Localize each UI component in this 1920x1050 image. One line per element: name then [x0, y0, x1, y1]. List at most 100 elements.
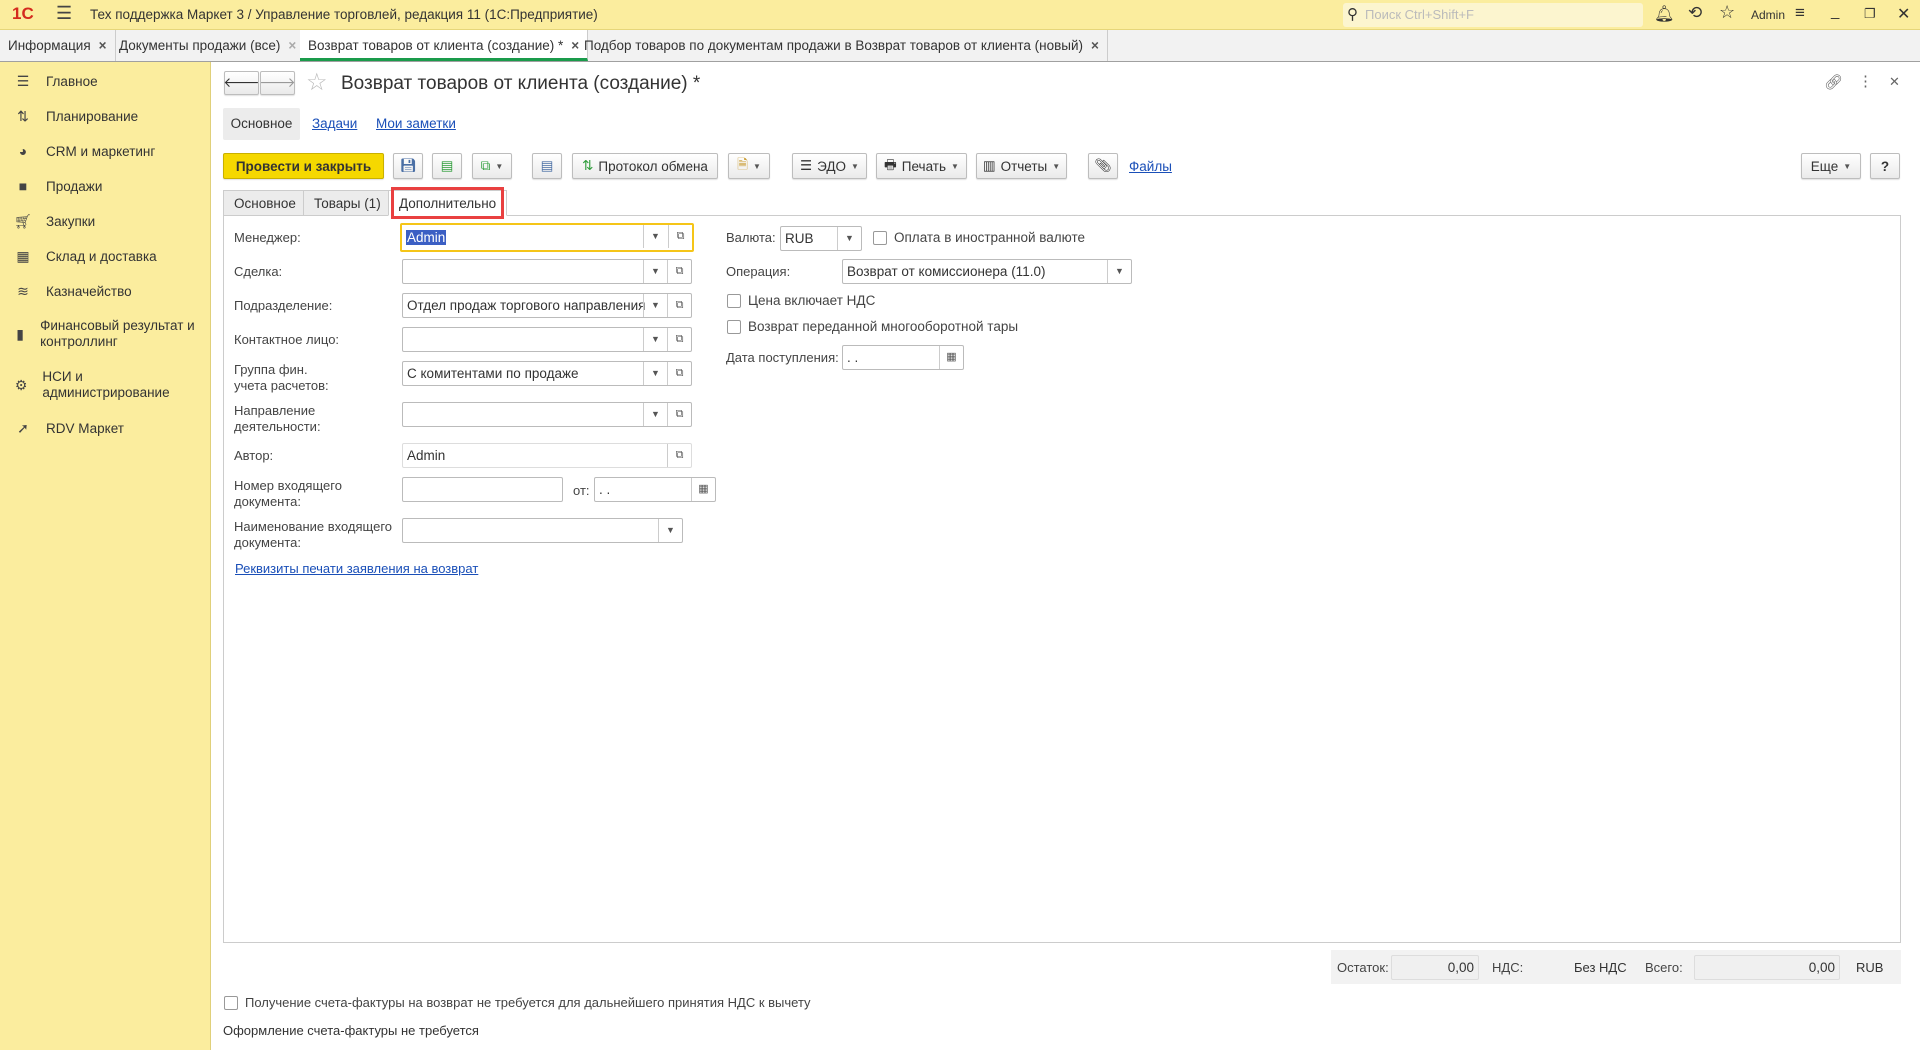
manager-field[interactable]: Admin ▼ ⧉ — [400, 223, 694, 252]
sidebar-item-label: Закупки — [46, 214, 96, 229]
back-button[interactable]: 🡐 — [223, 71, 260, 95]
app-title: Тех поддержка Маркет 3 / Управление торг… — [90, 7, 598, 22]
department-field[interactable]: Отдел продаж торгового направления ▼ ⧉ — [402, 293, 692, 318]
open-icon[interactable]: ⧉ — [667, 328, 691, 351]
currency-field[interactable]: RUB ▼ — [780, 226, 862, 251]
settings-menu-icon[interactable]: ≡ — [1795, 3, 1805, 23]
sidebar-item-planning[interactable]: ⇅ Планирование — [14, 108, 138, 125]
print-requisites-link[interactable]: Реквизиты печати заявления на возврат — [235, 561, 478, 576]
open-icon[interactable]: ⧉ — [667, 362, 691, 385]
sidebar-item-treasury[interactable]: ≋ Казначейство — [14, 283, 132, 300]
open-icon[interactable]: ⧉ — [668, 225, 692, 248]
calendar-icon[interactable]: ▦ — [691, 478, 715, 501]
dropdown-icon[interactable]: ▼ — [643, 225, 667, 248]
incoming-date-value: . . — [599, 482, 611, 497]
subtab-tasks[interactable]: Задачи — [312, 116, 357, 131]
foreign-payment-checkbox[interactable] — [873, 231, 887, 245]
sidebar-item-crm[interactable]: ◕ CRM и маркетинг — [14, 143, 156, 159]
tab-goods-selection[interactable]: Подбор товаров по документам продажи в В… — [576, 30, 1108, 61]
structure-button[interactable]: ▤ — [532, 153, 562, 179]
post-and-close-button[interactable]: Провести и закрыть — [223, 153, 384, 179]
fin-group-field[interactable]: С комитентами по продаже ▼ ⧉ — [402, 361, 692, 386]
close-form-icon[interactable]: ✕ — [1889, 74, 1900, 90]
sidebar-item-warehouse[interactable]: ▦ Склад и доставка — [14, 248, 156, 265]
receipt-date-field[interactable]: . . ▦ — [842, 345, 964, 370]
author-label: Автор: — [234, 448, 274, 463]
dropdown-icon[interactable]: ▼ — [837, 227, 861, 250]
dropdown-icon[interactable]: ▼ — [1107, 260, 1131, 283]
search-input[interactable]: ⚲ Поиск Ctrl+Shift+F — [1343, 3, 1643, 27]
dropdown-icon[interactable]: ▼ — [643, 362, 667, 385]
sidebar-item-label: Продажи — [46, 178, 103, 194]
incoming-name-field[interactable]: ▼ — [402, 518, 683, 543]
tab-goods[interactable]: Товары (1) — [303, 190, 392, 216]
main-menu-icon[interactable]: ☰ — [56, 3, 72, 24]
open-icon[interactable]: ⧉ — [667, 260, 691, 283]
create-based-on-button[interactable]: ⧉ ▼ — [472, 153, 512, 179]
tab-main[interactable]: Основное — [223, 190, 307, 216]
more-vertical-icon[interactable]: ⋮ — [1858, 72, 1873, 90]
help-button[interactable]: ? — [1870, 153, 1900, 179]
vat-label: НДС: — [1492, 960, 1524, 975]
contact-field[interactable]: ▼ ⧉ — [402, 327, 692, 352]
incoming-number-field[interactable] — [402, 477, 563, 502]
reports-button[interactable]: ▥ Отчеты ▼ — [976, 153, 1067, 179]
files-link[interactable]: Файлы — [1129, 159, 1172, 174]
favorite-star-icon[interactable]: ☆ — [306, 68, 328, 97]
exchange-arrows-icon: ⇅ — [582, 158, 594, 173]
sidebar-item-admin[interactable]: ⚙ НСИ и администрирование — [14, 369, 179, 401]
close-tab-icon[interactable]: × — [99, 38, 107, 53]
dropdown-icon[interactable]: ▼ — [643, 328, 667, 351]
dropdown-icon[interactable]: ▼ — [643, 294, 667, 317]
sidebar-item-finance[interactable]: ▮ Финансовый результат и контроллинг — [14, 318, 199, 350]
dropdown-icon[interactable]: ▼ — [643, 260, 667, 283]
deal-field[interactable]: ▼ ⧉ — [402, 259, 692, 284]
open-icon[interactable]: ⧉ — [667, 294, 691, 317]
sidebar-item-purchases[interactable]: 🛒︎ Закупки — [14, 213, 95, 230]
link-icon[interactable]: 🔗︎ — [1824, 73, 1843, 91]
total-value: 0,00 — [1694, 955, 1840, 980]
edo-button[interactable]: ☰ ЭДО ▼ — [792, 153, 867, 179]
bell-icon[interactable]: 🔔︎ — [1654, 4, 1674, 24]
form-panel — [223, 215, 1901, 943]
calendar-icon[interactable]: ▦ — [939, 346, 963, 369]
sidebar-item-sales[interactable]: ■ Продажи — [14, 178, 103, 194]
user-name[interactable]: Admin — [1751, 8, 1785, 22]
exchange-log-button[interactable]: ⇅ Протокол обмена — [572, 153, 718, 179]
returnable-tare-checkbox[interactable] — [727, 320, 741, 334]
sidebar-item-main[interactable]: ☰ Главное — [14, 73, 98, 90]
invoice-not-required-checkbox[interactable] — [224, 996, 238, 1010]
restore-icon[interactable]: ❐ — [1864, 6, 1876, 22]
dropdown-icon[interactable]: ▼ — [643, 403, 667, 426]
tab-sales-documents[interactable]: Документы продажи (все) × — [111, 30, 306, 61]
incoming-date-field[interactable]: . . ▦ — [594, 477, 716, 502]
sidebar-item-rdv-market[interactable]: ➚ RDV Маркет — [14, 420, 124, 437]
price-includes-vat-checkbox[interactable] — [727, 294, 741, 308]
print-button[interactable]: 🖶 Печать ▼ — [876, 153, 967, 179]
star-icon[interactable]: ☆ — [1719, 2, 1735, 23]
attach-button[interactable]: 📎︎ — [1088, 153, 1118, 179]
history-icon[interactable]: ⟲ — [1688, 3, 1702, 23]
operation-field[interactable]: Возврат от комиссионера (11.0) ▼ — [842, 259, 1132, 284]
open-icon[interactable]: ⧉ — [667, 403, 691, 426]
dropdown-icon[interactable]: ▼ — [658, 519, 682, 542]
tab-information[interactable]: Информация × — [0, 30, 116, 61]
receipt-date-label: Дата поступления: — [726, 350, 839, 365]
close-window-icon[interactable]: ✕ — [1897, 4, 1910, 24]
close-tab-icon[interactable]: × — [1091, 38, 1099, 53]
subtab-notes[interactable]: Мои заметки — [376, 116, 456, 131]
minimize-icon[interactable]: _ — [1831, 3, 1839, 20]
more-button[interactable]: Еще ▼ — [1801, 153, 1861, 179]
open-icon[interactable]: ⧉ — [667, 444, 691, 467]
attachments-menu-button[interactable]: 🗎 ▼ — [728, 153, 770, 179]
close-tab-icon[interactable]: × — [288, 38, 296, 53]
subtab-main[interactable]: Основное — [223, 108, 300, 140]
save-button[interactable]: 💾︎ — [393, 153, 423, 179]
post-button[interactable]: ▤ — [432, 153, 462, 179]
tab-label: Возврат товаров от клиента (создание) * — [308, 38, 564, 53]
activity-field[interactable]: ▼ ⧉ — [402, 402, 692, 427]
forward-button[interactable]: 🡒 — [259, 71, 296, 95]
author-field[interactable]: Admin ⧉ — [402, 443, 692, 468]
button-label: ЭДО — [817, 158, 847, 174]
tab-return-creation[interactable]: Возврат товаров от клиента (создание) * × — [300, 30, 589, 61]
